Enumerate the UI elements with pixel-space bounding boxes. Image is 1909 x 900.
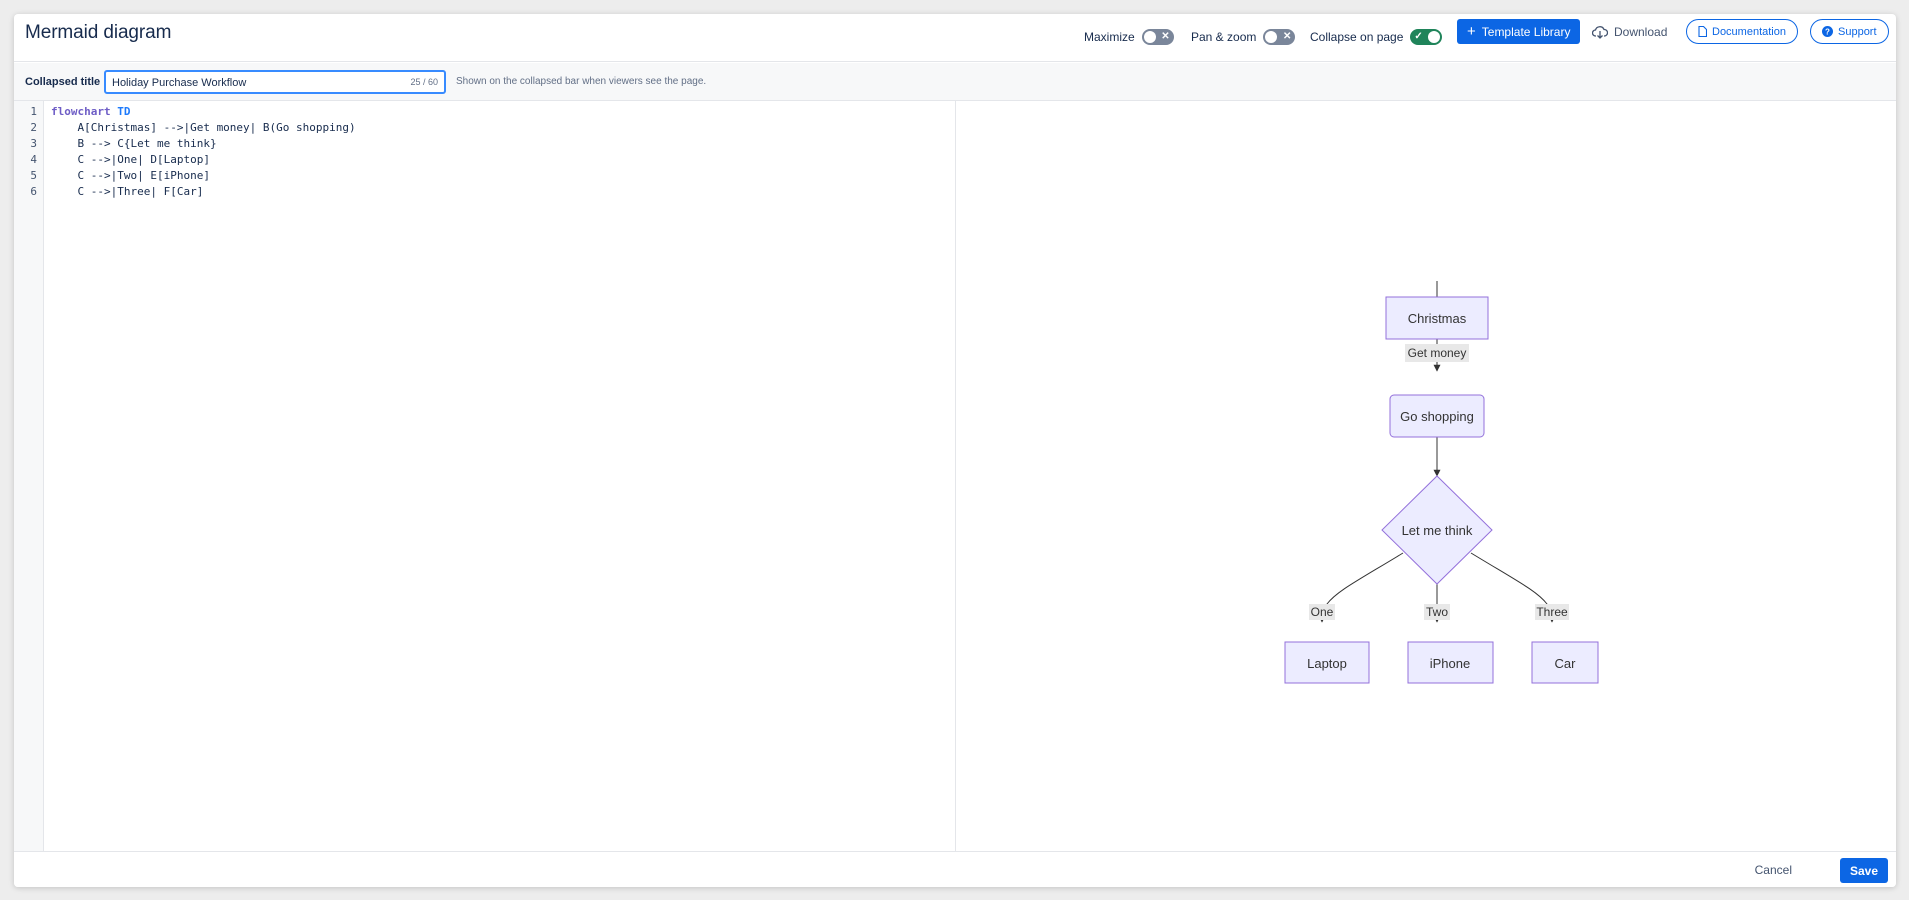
documentation-label: Documentation xyxy=(1712,25,1786,38)
download-button[interactable]: Download xyxy=(1592,19,1667,44)
svg-text:?: ? xyxy=(1825,28,1830,37)
code-line[interactable]: flowchart TD xyxy=(51,104,130,120)
code-line[interactable]: C -->|Three| F[Car] xyxy=(51,184,203,200)
character-counter: 25 / 60 xyxy=(410,77,438,87)
collapse-toggle-group: Collapse on page ✓ xyxy=(1310,24,1443,50)
code-direction: TD xyxy=(117,105,131,118)
node-let-me-think: Let me think xyxy=(1381,475,1493,585)
panzoom-toggle[interactable]: ✕ xyxy=(1263,29,1296,45)
collapsed-title-field[interactable]: 25 / 60 xyxy=(104,70,446,94)
node-iphone: iPhone xyxy=(1407,641,1494,684)
save-button[interactable]: Save xyxy=(1839,858,1888,883)
toggle-knob xyxy=(1428,31,1441,43)
node-christmas: Christmas xyxy=(1385,296,1489,340)
dialog-footer: Cancel Save xyxy=(14,851,1896,887)
panzoom-toggle-group: Pan & zoom ✕ xyxy=(1191,24,1296,50)
maximize-label: Maximize xyxy=(1084,30,1135,44)
dialog-title: Mermaid diagram xyxy=(25,22,172,43)
line-number: 5 xyxy=(30,169,37,182)
toggle-knob xyxy=(1143,31,1156,43)
download-label: Download xyxy=(1614,24,1668,39)
code-line[interactable]: B --> C{Let me think} xyxy=(51,136,216,152)
maximize-toggle[interactable]: ✕ xyxy=(1141,29,1174,45)
code-editor[interactable]: 1 2 3 4 5 6 flowchart TD A[Christmas] --… xyxy=(14,101,956,851)
close-icon: ✕ xyxy=(1282,31,1292,42)
collapsed-title-bar: Collapsed title 25 / 60 Shown on the col… xyxy=(14,63,1896,101)
edge-label-text: One xyxy=(1311,605,1334,619)
node-laptop: Laptop xyxy=(1284,641,1370,684)
cloud-download-icon xyxy=(1592,25,1608,39)
edge-label-get-money: Get money xyxy=(1405,344,1469,362)
documentation-button[interactable]: Documentation xyxy=(1686,19,1798,44)
support-label: Support xyxy=(1838,25,1877,38)
collapse-label: Collapse on page xyxy=(1310,30,1404,44)
mermaid-dialog: Mermaid diagram Maximize ✕ Pan & zoom ✕ … xyxy=(14,14,1896,887)
code-keyword: flowchart xyxy=(51,105,111,118)
line-number: 2 xyxy=(30,121,37,134)
edge-label-text: Get money xyxy=(1408,346,1467,360)
line-number-gutter: 1 2 3 4 5 6 xyxy=(14,101,44,851)
node-go-shopping: Go shopping xyxy=(1389,394,1485,438)
check-icon: ✓ xyxy=(1414,31,1423,42)
code-line[interactable]: C -->|Two| E[iPhone] xyxy=(51,168,209,184)
node-label: Go shopping xyxy=(1400,409,1474,424)
flowchart-svg: Get money One Two Three Christmas Go sho… xyxy=(1284,281,1599,684)
edge-label-two: Two xyxy=(1424,604,1450,620)
code-line[interactable]: A[Christmas] -->|Get money| B(Go shoppin… xyxy=(51,120,355,136)
code-line[interactable]: C -->|One| D[Laptop] xyxy=(51,152,209,168)
node-label: Laptop xyxy=(1307,656,1347,671)
panzoom-label: Pan & zoom xyxy=(1191,30,1257,44)
line-number: 6 xyxy=(30,185,37,198)
collapse-toggle[interactable]: ✓ xyxy=(1410,29,1443,45)
plus-icon: + xyxy=(1467,23,1476,40)
collapsed-title-help: Shown on the collapsed bar when viewers … xyxy=(456,76,707,87)
edge-label-one: One xyxy=(1309,604,1335,620)
node-label: iPhone xyxy=(1430,656,1470,671)
node-label: Christmas xyxy=(1408,311,1467,326)
edge-label-three: Three xyxy=(1535,604,1569,620)
support-button[interactable]: ? Support xyxy=(1810,19,1889,44)
template-library-button[interactable]: + Template Library xyxy=(1457,19,1581,44)
edge-label-text: Two xyxy=(1426,605,1448,619)
edge-label-text: Three xyxy=(1536,605,1568,619)
cancel-button[interactable]: Cancel xyxy=(1755,863,1792,877)
help-icon: ? xyxy=(1822,26,1833,37)
document-icon xyxy=(1698,26,1707,37)
node-label: Let me think xyxy=(1402,523,1473,538)
maximize-toggle-group: Maximize ✕ xyxy=(1084,24,1174,50)
line-number: 3 xyxy=(30,137,37,150)
dialog-header: Mermaid diagram Maximize ✕ Pan & zoom ✕ … xyxy=(14,14,1896,62)
line-number: 1 xyxy=(30,105,37,118)
line-number: 4 xyxy=(30,153,37,166)
collapsed-title-input[interactable] xyxy=(112,74,382,92)
node-car: Car xyxy=(1531,641,1599,684)
collapsed-title-label: Collapsed title xyxy=(25,76,101,88)
toggle-knob xyxy=(1265,31,1278,43)
template-library-label: Template Library xyxy=(1481,24,1571,39)
close-icon: ✕ xyxy=(1161,31,1170,42)
node-label: Car xyxy=(1555,656,1577,671)
diagram-preview[interactable]: Get money One Two Three Christmas Go sho… xyxy=(957,101,1896,851)
